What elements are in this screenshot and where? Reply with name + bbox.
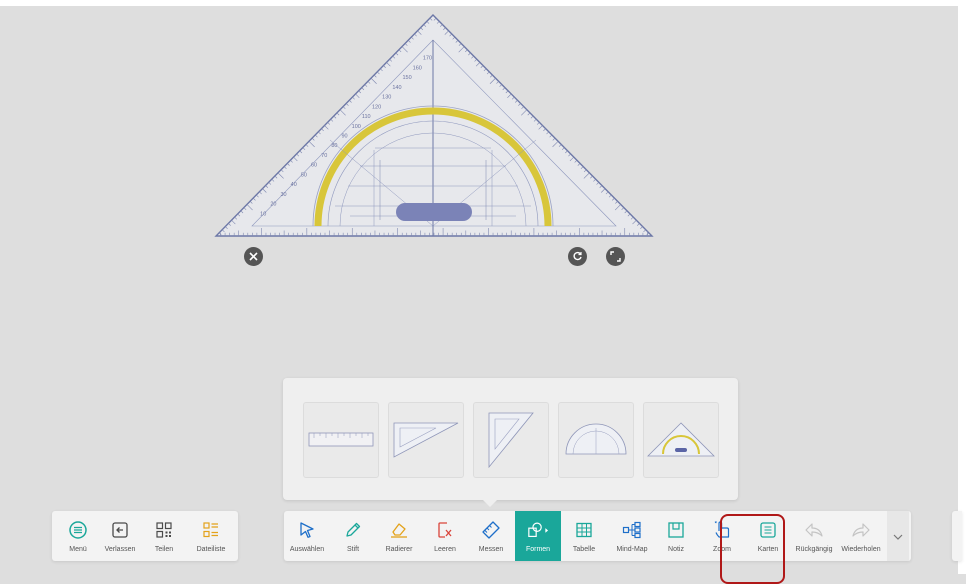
exit-label: Verlassen [104,546,136,553]
exit-button[interactable]: Verlassen [100,511,140,561]
scale-label: 20 [270,202,276,208]
geodreieck-icon [647,422,715,457]
shapes-button[interactable]: Formen [515,511,561,561]
file-list-icon [200,519,222,541]
pen-icon [342,519,364,541]
popup-pointer [481,498,499,507]
chevron-down-icon [887,526,909,548]
clear-label: Leeren [434,546,456,553]
redo-icon [850,519,872,541]
measure-button[interactable]: Messen [470,511,512,561]
shapes-label: Formen [525,546,551,553]
close-icon [249,252,258,261]
measure-tools-popup [283,378,738,500]
tile-geodreieck[interactable] [643,402,719,478]
menu-icon [67,519,89,541]
scale-label: 160 [413,65,422,71]
rotate-icon [573,251,582,261]
scale-label: 90 [342,134,348,140]
toolbar-expand-button[interactable] [887,511,909,561]
tile-ruler[interactable] [303,402,379,478]
qr-share-icon [153,519,175,541]
redo-button[interactable]: Wiederholen [837,511,885,561]
eraser-button[interactable]: Radierer [378,511,420,561]
eraser-icon [388,519,410,541]
resize-icon [610,251,621,262]
set-square-45-icon [393,422,459,458]
mind-map-button[interactable]: Mind-Map [609,511,655,561]
ruler-icon [480,519,502,541]
exit-icon [109,519,131,541]
scale-label: 140 [392,85,401,91]
select-cursor-icon [296,519,318,541]
scale-label: 130 [382,95,391,101]
share-label: Teilen [154,546,174,553]
clear-button[interactable]: Leeren [424,511,466,561]
rotate-button[interactable] [568,247,587,266]
scale-label: 80 [331,143,337,149]
file-list-label: Dateiliste [196,546,226,553]
table-label: Tabelle [572,546,596,553]
mind-map-label: Mind-Map [616,546,648,553]
menu-button[interactable]: Menü [58,511,98,561]
redo-label: Wiederholen [841,546,881,553]
note-button[interactable]: Notiz [655,511,697,561]
scale-label: 120 [372,104,381,110]
scale-label: 100 [352,124,361,130]
top-margin [0,0,966,6]
select-button[interactable]: Auswählen [286,511,328,561]
tile-set-square-60[interactable] [473,402,549,478]
pen-button[interactable]: Stift [332,511,374,561]
scale-label: 70 [321,153,327,159]
ruler-icon [308,432,374,447]
clear-icon [434,519,456,541]
undo-icon [803,519,825,541]
scale-label: 150 [403,75,412,81]
table-icon [573,519,595,541]
shapes-icon [527,519,549,541]
scale-label: 30 [281,192,287,198]
pen-label: Stift [346,546,360,553]
scale-label: 50 [301,172,307,178]
select-label: Auswählen [289,546,325,553]
set-square-60-icon [488,412,534,469]
menu-label: Menü [69,546,87,553]
undo-button[interactable]: Rückgängig [791,511,837,561]
close-button[interactable] [244,247,263,266]
note-label: Notiz [668,546,684,553]
protractor-handle[interactable] [396,203,472,221]
mind-map-icon [621,519,643,541]
measure-label: Messen [478,546,504,553]
scale-label: 10 [260,211,266,217]
tile-protractor[interactable] [558,402,634,478]
scale-label: 60 [311,163,317,169]
right-margin [958,0,966,574]
share-button[interactable]: Teilen [144,511,184,561]
file-list-button[interactable]: Dateiliste [188,511,234,561]
geodreieck-tool[interactable]: 10 20 30 40 50 60 70 80 90 1001101201301401501601… [210,10,656,242]
toolbar-left: Menü Verlassen Teilen Dateiliste [52,511,238,561]
scale-label: 40 [291,182,297,188]
scale-label: 110 [362,114,371,120]
toolbar-main: Auswählen Stift Radierer Leeren Messen F… [284,511,911,561]
note-icon [665,519,687,541]
resize-button[interactable] [606,247,625,266]
protractor-icon [565,423,627,455]
toolbar-right-partial [952,511,962,561]
table-button[interactable]: Tabelle [563,511,605,561]
tile-set-square-45[interactable] [388,402,464,478]
undo-label: Rückgängig [795,546,833,553]
scale-label: 170 [423,56,432,62]
eraser-label: Radierer [385,546,413,553]
